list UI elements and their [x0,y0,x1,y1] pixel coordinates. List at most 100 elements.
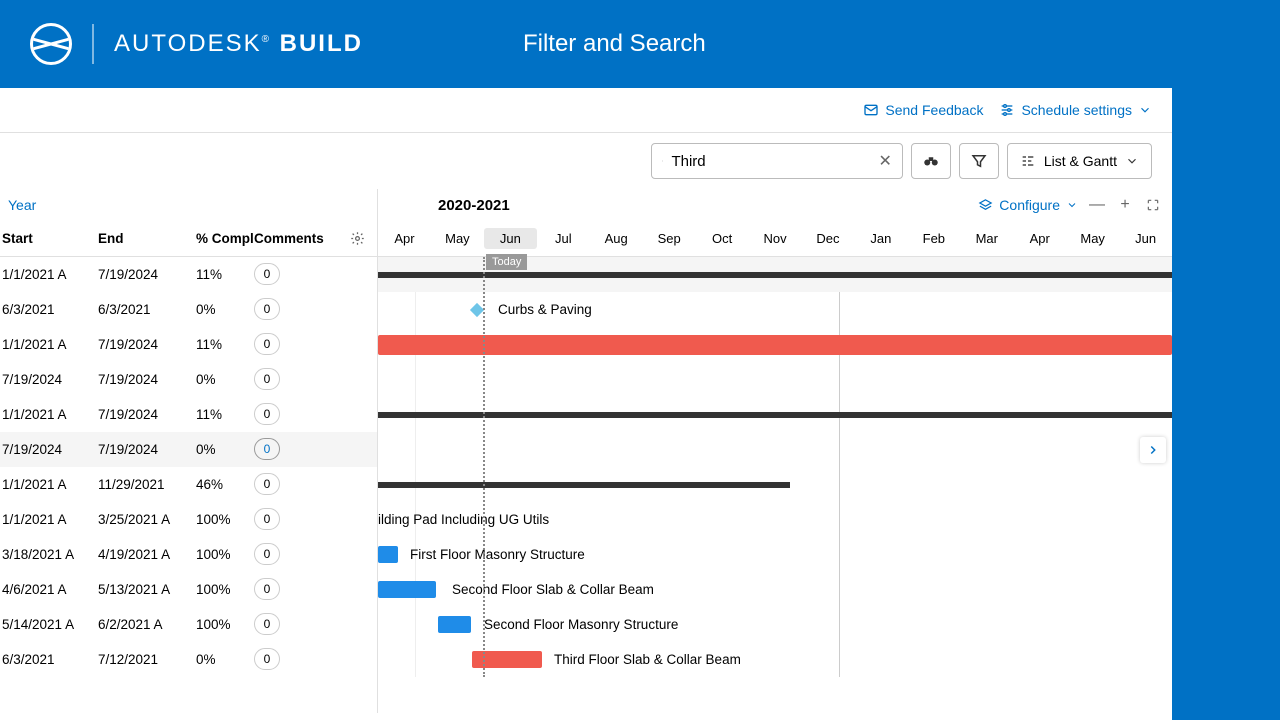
configure-button[interactable]: Configure [978,197,1078,213]
month-header: AprMayJunJulAugSepOctNovDecJanFebMarAprM… [378,221,1172,257]
col-start[interactable]: Start [0,231,98,246]
timeline-title: 2020-2021 [438,197,510,214]
column-headers: Start End % Compl Comments [0,221,377,257]
month-cell[interactable]: Sep [643,231,696,246]
brand-prefix: AUTODESK [114,30,262,57]
month-cell[interactable]: Mar [960,231,1013,246]
gear-icon[interactable] [350,231,365,246]
list-gantt-icon [1020,153,1036,169]
view-toggle[interactable]: List & Gantt [1007,143,1152,179]
col-compl[interactable]: % Compl [196,231,254,246]
expand-icon [1146,198,1160,212]
month-cell[interactable]: Oct [696,231,749,246]
filter-icon [970,152,988,170]
zoom-in-button[interactable]: + [1116,196,1134,214]
month-cell[interactable]: Apr [1013,231,1066,246]
month-cell[interactable]: Nov [749,231,802,246]
gantt-row[interactable]: ilding Pad Including UG Utils [378,502,1172,537]
gantt-row[interactable] [378,327,1172,362]
table-row[interactable]: 1/1/2021 A11/29/202146%0 [0,467,377,502]
search-icon [662,153,664,169]
top-actions-bar: Send Feedback Schedule settings [0,88,1172,133]
page-title: Filter and Search [523,30,706,58]
table-row[interactable]: 7/19/20247/19/20240%0 [0,362,377,397]
gantt-body: Today Curbs & Paving [378,257,1172,677]
mail-icon [863,102,879,118]
autodesk-logo-icon [30,23,72,65]
col-end[interactable]: End [98,231,196,246]
scroll-right-button[interactable] [1140,437,1166,463]
binoculars-button[interactable] [911,143,951,179]
table-row[interactable]: 7/19/20247/19/20240%0 [0,432,377,467]
month-cell[interactable]: Apr [378,231,431,246]
toolbar: ✕ List & Gantt [0,133,1172,189]
divider [92,24,94,64]
gantt-row[interactable] [378,432,1172,467]
zoom-out-button[interactable]: — [1088,196,1106,214]
brand-name: AUTODESK® BUILD [114,30,363,58]
month-cell[interactable]: May [431,231,484,246]
month-cell[interactable]: Jan [854,231,907,246]
layers-icon [978,198,993,213]
schedule-settings-link[interactable]: Schedule settings [999,102,1152,118]
gantt-row[interactable]: Second Floor Slab & Collar Beam [378,572,1172,607]
filter-button[interactable] [959,143,999,179]
chevron-down-icon [1125,154,1139,168]
month-cell[interactable]: Feb [907,231,960,246]
task-label: Second Floor Masonry Structure [484,617,678,632]
gantt-row[interactable]: Third Floor Slab & Collar Beam [378,642,1172,677]
gantt-row[interactable] [378,467,1172,502]
gantt-row[interactable]: Curbs & Paving [378,292,1172,327]
table-row[interactable]: 3/18/2021 A4/19/2021 A100%0 [0,537,377,572]
app-header: AUTODESK® BUILD Filter and Search [0,0,1280,88]
month-cell[interactable]: Jun [1119,231,1172,246]
month-cell[interactable]: Jun [484,228,537,249]
content-area: Year Start End % Compl Comments 1/1/2021… [0,189,1172,713]
gantt-panel: 2020-2021 Configure — + AprMayJunJulAugS… [378,189,1172,713]
view-label: List & Gantt [1044,153,1117,169]
brand-suffix: BUILD [280,30,363,57]
table-row[interactable]: 5/14/2021 A6/2/2021 A100%0 [0,607,377,642]
table-row[interactable]: 6/3/20217/12/20210%0 [0,642,377,677]
month-cell[interactable]: Jul [537,231,590,246]
col-comments[interactable]: Comments [254,231,334,246]
table-row[interactable]: 1/1/2021 A7/19/202411%0 [0,327,377,362]
feedback-label: Send Feedback [885,102,983,118]
task-label: ilding Pad Including UG Utils [378,512,549,527]
search-box[interactable]: ✕ [651,143,903,179]
timeline-header: 2020-2021 Configure — + [378,189,1172,221]
gantt-row[interactable]: Second Floor Masonry Structure [378,607,1172,642]
table-row[interactable]: 1/1/2021 A7/19/202411%0 [0,257,377,292]
table-panel: Year Start End % Compl Comments 1/1/2021… [0,189,378,713]
table-row[interactable]: 4/6/2021 A5/13/2021 A100%0 [0,572,377,607]
table-rows: 1/1/2021 A7/19/202411%06/3/20216/3/20210… [0,257,377,677]
month-cell[interactable]: May [1066,231,1119,246]
chevron-down-icon [1066,199,1078,211]
today-badge: Today [486,254,527,270]
settings-sliders-icon [999,102,1015,118]
year-label[interactable]: Year [0,189,377,221]
expand-button[interactable] [1144,196,1162,214]
configure-label: Configure [999,197,1060,213]
send-feedback-link[interactable]: Send Feedback [863,102,983,118]
table-row[interactable]: 6/3/20216/3/20210%0 [0,292,377,327]
gantt-row[interactable] [378,397,1172,432]
binoculars-icon [922,152,940,170]
task-label: Third Floor Slab & Collar Beam [554,652,741,667]
chevron-down-icon [1138,103,1152,117]
table-row[interactable]: 1/1/2021 A7/19/202411%0 [0,397,377,432]
month-cell[interactable]: Aug [590,231,643,246]
today-line [483,257,485,677]
month-cell[interactable]: Dec [802,231,855,246]
gantt-row[interactable]: First Floor Masonry Structure [378,537,1172,572]
gantt-row[interactable] [378,362,1172,397]
chevron-right-icon [1146,443,1160,457]
main-panel: Send Feedback Schedule settings ✕ List &… [0,88,1172,720]
task-label: Curbs & Paving [498,302,592,317]
clear-search-icon[interactable]: ✕ [878,151,891,171]
search-input[interactable] [671,153,870,170]
table-row[interactable]: 1/1/2021 A3/25/2021 A100%0 [0,502,377,537]
task-label: First Floor Masonry Structure [410,547,585,562]
side-strip [1172,88,1280,720]
settings-label: Schedule settings [1021,102,1132,118]
